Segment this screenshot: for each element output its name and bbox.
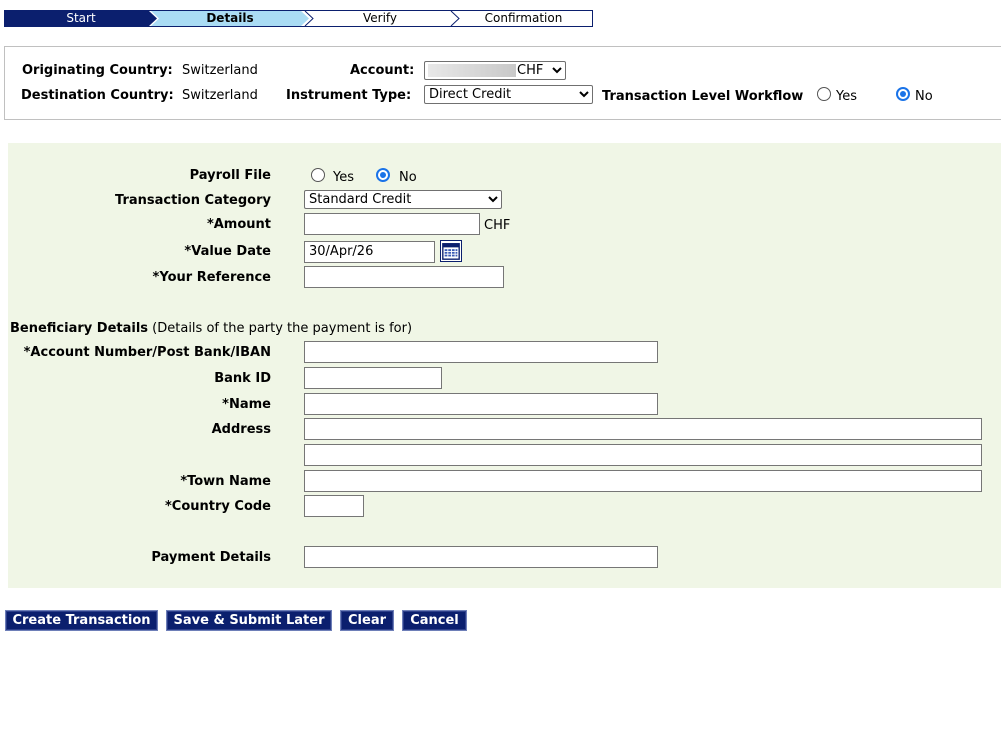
masked-account-number — [428, 64, 516, 77]
step-start: Start — [5, 11, 157, 26]
chevron-down-icon — [488, 196, 498, 203]
workflow-label: Transaction Level Workflow — [602, 89, 804, 104]
value-date-label: *Value Date — [184, 244, 271, 259]
account-currency: CHF — [517, 63, 544, 78]
workflow-no-radio[interactable] — [896, 87, 910, 101]
reference-label: *Your Reference — [152, 270, 271, 285]
workflow-yes-radio[interactable] — [817, 87, 831, 101]
workflow-yes-label: Yes — [836, 89, 857, 104]
account-label: Account: — [350, 63, 415, 78]
workflow-no-label: No — [915, 89, 933, 104]
address-line1-input[interactable] — [304, 418, 982, 440]
instrument-type-value: Direct Credit — [429, 87, 512, 102]
chevron-down-icon — [579, 91, 589, 98]
transaction-form-panel: Payroll File Yes No Transaction Category… — [8, 143, 1001, 588]
save-submit-later-button[interactable]: Save & Submit Later — [166, 610, 332, 631]
transaction-category-value: Standard Credit — [309, 192, 412, 207]
originating-country-value: Switzerland — [182, 63, 258, 78]
transaction-header: Originating Country: Switzerland Destina… — [4, 46, 1001, 120]
name-input[interactable] — [304, 393, 658, 415]
step-verify: Verify — [362, 11, 398, 25]
town-name-label: *Town Name — [180, 474, 271, 489]
country-code-input[interactable] — [304, 495, 364, 517]
progress-steps: Start Details Verify Confirmation — [4, 10, 593, 27]
step-confirmation: Confirmation — [484, 11, 563, 25]
originating-country-label: Originating Country: — [22, 63, 173, 78]
step-details: Details — [151, 11, 309, 26]
town-name-input[interactable] — [304, 470, 982, 492]
address-label: Address — [211, 422, 271, 437]
address-line2-input[interactable] — [304, 444, 982, 466]
instrument-type-label: Instrument Type: — [286, 88, 412, 103]
account-number-label: *Account Number/Post Bank/IBAN — [23, 345, 271, 360]
beneficiary-section-header: Beneficiary Details (Details of the part… — [10, 321, 412, 336]
amount-currency: CHF — [484, 218, 511, 233]
payment-details-label: Payment Details — [151, 550, 271, 565]
payroll-file-label: Payroll File — [189, 168, 271, 183]
amount-input[interactable] — [304, 213, 480, 235]
cancel-button[interactable]: Cancel — [402, 610, 467, 631]
payment-details-input[interactable] — [304, 546, 658, 568]
transaction-category-select[interactable]: Standard Credit — [304, 190, 502, 209]
name-label: *Name — [222, 397, 271, 412]
destination-country-value: Switzerland — [182, 88, 258, 103]
transaction-category-label: Transaction Category — [115, 193, 271, 208]
calendar-icon[interactable] — [440, 240, 462, 262]
amount-label: *Amount — [206, 217, 271, 232]
beneficiary-section-note: (Details of the party the payment is for… — [152, 321, 413, 336]
beneficiary-section-title: Beneficiary Details — [10, 321, 149, 336]
account-number-input[interactable] — [304, 341, 658, 363]
payroll-yes-label: Yes — [333, 170, 354, 185]
bank-id-input[interactable] — [304, 367, 442, 389]
payroll-yes-radio[interactable] — [311, 168, 325, 182]
payroll-no-label: No — [399, 170, 417, 185]
account-select[interactable]: CHF — [424, 61, 566, 80]
bank-id-label: Bank ID — [214, 371, 271, 386]
reference-input[interactable] — [304, 266, 504, 288]
instrument-type-select[interactable]: Direct Credit — [424, 85, 593, 104]
clear-button[interactable]: Clear — [340, 610, 394, 631]
chevron-down-icon — [552, 67, 562, 74]
payroll-no-radio[interactable] — [376, 168, 390, 182]
value-date-input[interactable]: 30/Apr/26 — [304, 241, 435, 263]
destination-country-label: Destination Country: — [21, 88, 174, 103]
create-transaction-button[interactable]: Create Transaction — [5, 610, 158, 631]
country-code-label: *Country Code — [165, 499, 271, 514]
